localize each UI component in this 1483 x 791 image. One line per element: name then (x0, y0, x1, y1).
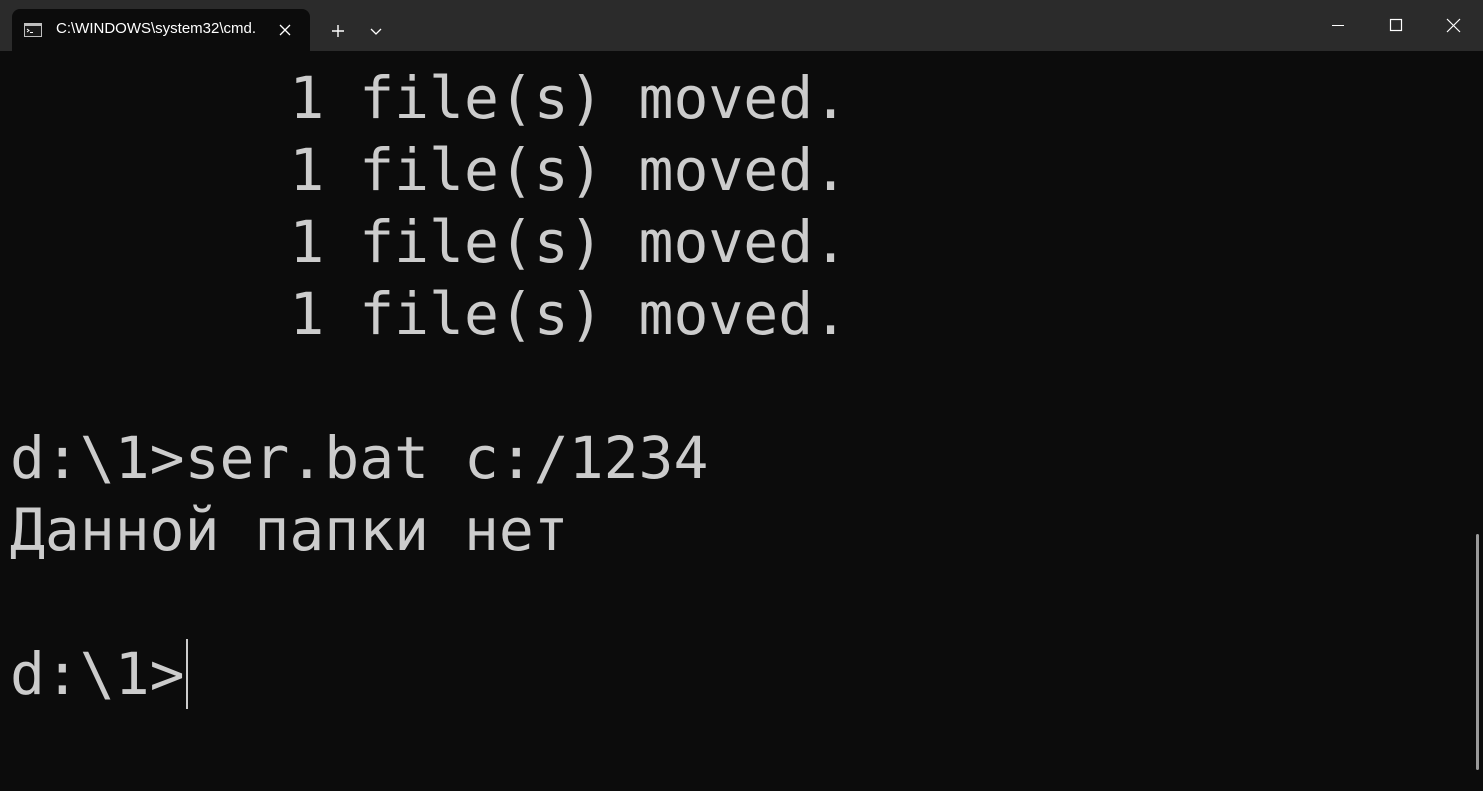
close-icon (1446, 18, 1461, 33)
terminal-window: C:\WINDOWS\system32\cmd. 1 file(s) moved… (0, 0, 1483, 791)
maximize-button[interactable] (1367, 0, 1425, 51)
output-line: 1 file(s) moved. (10, 208, 849, 276)
output-line: 1 file(s) moved. (10, 64, 849, 132)
prompt-line[interactable]: d:\1> (10, 639, 188, 709)
tab-dropdown-button[interactable] (361, 17, 391, 45)
scrollbar-thumb[interactable] (1476, 534, 1479, 770)
output-line: 1 file(s) moved. (10, 136, 849, 204)
minimize-icon (1332, 25, 1344, 26)
terminal-output[interactable]: 1 file(s) moved. 1 file(s) moved. 1 file… (0, 51, 1472, 791)
maximize-icon (1389, 18, 1403, 32)
chevron-down-icon (370, 28, 382, 35)
vertical-scrollbar[interactable] (1472, 51, 1483, 791)
cmd-icon (24, 23, 42, 37)
prompt-text: d:\1> (10, 640, 185, 708)
minimize-button[interactable] (1309, 0, 1367, 51)
text-cursor (185, 639, 188, 709)
output-line: Данной папки нет (10, 496, 569, 564)
plus-icon (332, 25, 344, 37)
output-line: 1 file(s) moved. (10, 280, 849, 348)
new-tab-button[interactable] (322, 17, 354, 45)
title-bar[interactable]: C:\WINDOWS\system32\cmd. (0, 0, 1483, 51)
close-button[interactable] (1425, 0, 1483, 51)
tab-title: C:\WINDOWS\system32\cmd. (56, 20, 257, 37)
command-line: d:\1>ser.bat c:/1234 (10, 424, 709, 492)
tab-cmd[interactable]: C:\WINDOWS\system32\cmd. (12, 9, 310, 51)
tab-close-icon[interactable] (275, 20, 295, 40)
